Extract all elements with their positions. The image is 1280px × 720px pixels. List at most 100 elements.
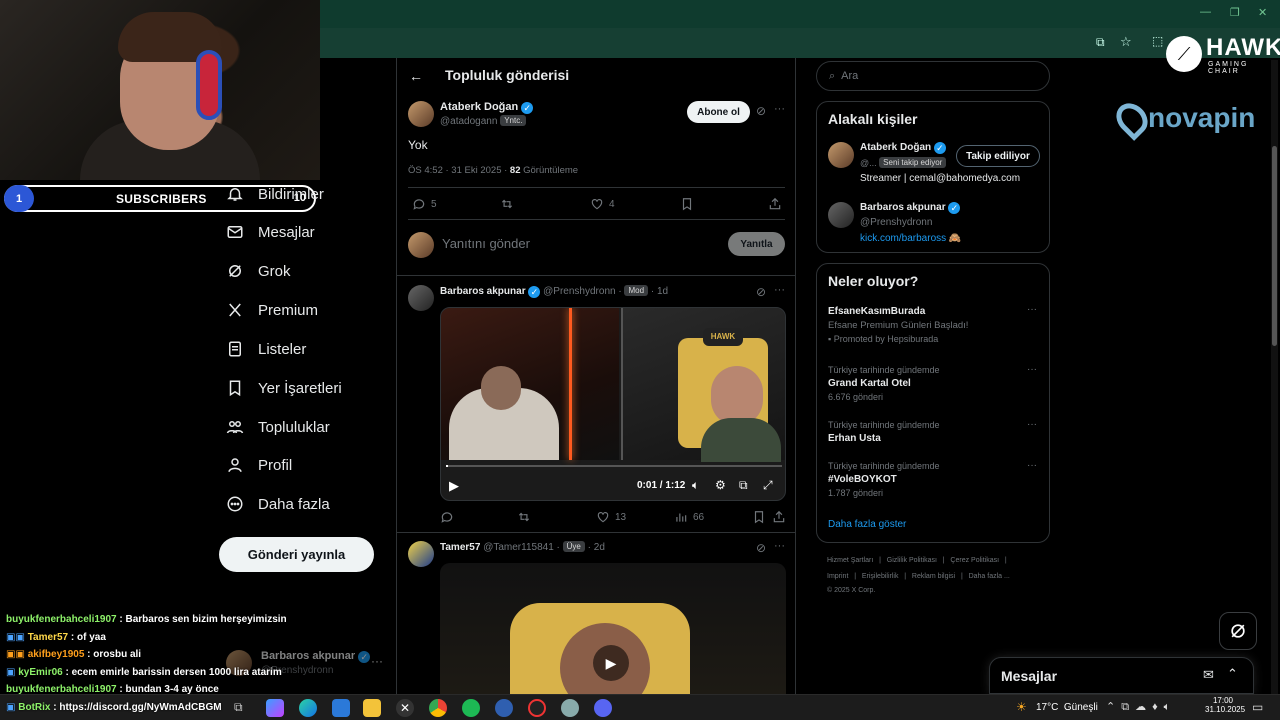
show-more-link[interactable]: Daha fazla göster [828, 519, 906, 530]
install-app-icon[interactable]: ⧉ [1096, 35, 1105, 50]
reply-action[interactable] [440, 510, 454, 524]
bookmark-action[interactable] [680, 197, 694, 211]
repost-icon [518, 512, 530, 522]
person-link[interactable]: kick.com/barbaross 🙈 [860, 233, 961, 244]
xbox-icon[interactable]: ✕ [396, 699, 414, 717]
nav-more[interactable]: Daha fazla [226, 490, 330, 518]
maximize-button[interactable]: ❐ [1230, 6, 1240, 19]
x-logo-icon [229, 303, 241, 317]
avatar[interactable] [828, 202, 854, 228]
nav-notifications[interactable]: Bildirimler [226, 180, 324, 208]
repost-action[interactable] [517, 510, 531, 524]
person-name[interactable]: Ataberk Doğan ✓ [860, 142, 946, 154]
avatar[interactable] [408, 101, 434, 127]
bookmark-icon [754, 511, 764, 524]
video-player[interactable]: ▶ [440, 563, 786, 694]
video-time: 0:01 / 1:12 [637, 480, 686, 491]
search-input[interactable]: ⌕ Ara [816, 61, 1050, 91]
bookmark-star-icon[interactable]: ☆ [1120, 34, 1132, 50]
clock[interactable]: 17:00 31.10.2025 [1205, 696, 1245, 714]
picture-in-picture-icon[interactable]: ⧉ [739, 478, 748, 493]
views-action[interactable]: 66 [674, 510, 704, 524]
reply-input[interactable]: Yanıtını gönder [442, 236, 530, 251]
fullscreen-icon[interactable]: ⤢ [763, 478, 773, 493]
more-dots-icon[interactable]: ··· [1027, 304, 1037, 315]
discord-icon[interactable] [594, 699, 612, 717]
share-action[interactable] [772, 510, 786, 524]
chrome-icon[interactable] [429, 699, 447, 717]
more-dots-icon[interactable]: ··· [774, 103, 785, 115]
footer-links[interactable]: Imprint | Erişilebilirlik | Reklam bilgi… [827, 573, 1010, 580]
play-icon[interactable]: ▶ [449, 478, 459, 494]
back-arrow-icon[interactable]: ← [409, 68, 423, 84]
bookmark-action[interactable] [752, 510, 766, 524]
following-button[interactable]: Takip ediliyor [956, 145, 1040, 167]
more-dots-icon[interactable]: ··· [1027, 460, 1037, 471]
grok-button[interactable] [1219, 612, 1257, 650]
reply-button[interactable]: Yanıtla [728, 232, 785, 256]
notifications-icon[interactable]: ▭ [1252, 700, 1263, 714]
avatar[interactable] [408, 541, 434, 567]
trend-item[interactable]: Türkiye tarihinde gündemde Erhan Usta [828, 420, 1040, 444]
file-explorer-icon[interactable] [363, 699, 381, 717]
system-tray-icons[interactable]: ⌃⧉☁♦🔈︎ [1106, 700, 1176, 714]
person-name[interactable]: Barbaros akpunar ✓ [860, 202, 961, 214]
verified-icon: ✓ [528, 286, 541, 298]
video-player[interactable]: HAWK ▶ 0:01 / 1:12 🔈︎ ⚙ ⧉ ⤢ [440, 307, 786, 501]
post-button[interactable]: Gönderi yayınla [219, 537, 374, 572]
post-author[interactable]: Ataberk Doğan ✓ [440, 101, 534, 114]
page-scrollbar[interactable] [1271, 60, 1278, 694]
share-action[interactable] [768, 197, 782, 211]
trend-item[interactable]: Türkiye tarihinde gündemde #VoleBOYKOT 1… [828, 461, 1040, 498]
nav-profile[interactable]: Profil [226, 451, 292, 479]
close-window-button[interactable]: ✕ [1258, 6, 1267, 19]
footer-links[interactable]: Hizmet Şartları | Gizlilik Politikası | … [827, 557, 1007, 564]
grok-explain-icon[interactable]: ⊘ [756, 541, 766, 555]
nav-lists[interactable]: Listeler [226, 335, 306, 363]
repost-action[interactable] [500, 197, 514, 211]
play-icon[interactable]: ▶ [593, 645, 629, 681]
nav-communities[interactable]: Topluluklar [226, 413, 330, 441]
edge-icon[interactable] [299, 699, 317, 717]
avatar [408, 232, 434, 258]
extensions-icon[interactable]: ⬚ [1152, 34, 1163, 48]
trend-item[interactable]: Türkiye tarihinde gündemde Grand Kartal … [828, 365, 1040, 402]
more-dots-icon[interactable]: ··· [371, 654, 383, 668]
like-action[interactable]: 4 [590, 197, 615, 211]
grok-explain-icon[interactable]: ⊘ [756, 285, 766, 299]
post-text: Yok [408, 138, 428, 152]
nav-grok[interactable]: Grok [226, 257, 291, 285]
minimize-button[interactable]: — [1200, 6, 1211, 18]
grok-explain-icon[interactable]: ⊘ [756, 104, 766, 118]
trend-item[interactable]: EfsaneKasımBurada Efsane Premium Günleri… [828, 306, 1040, 344]
weather-text[interactable]: 17°C Güneşli [1036, 702, 1098, 713]
post-handle[interactable]: @atadogann Yntc. [440, 115, 527, 127]
volume-icon[interactable]: 🔈︎ [692, 478, 699, 493]
avatar[interactable] [828, 142, 854, 168]
nav-premium[interactable]: Premium [226, 296, 318, 324]
reply-action[interactable]: 5 [412, 197, 437, 211]
collapse-up-icon[interactable]: ⌃ [1227, 666, 1238, 682]
new-message-icon[interactable]: ✉ [1203, 667, 1214, 683]
nav-messages[interactable]: Mesajlar [226, 218, 315, 246]
more-dots-icon[interactable]: ··· [774, 284, 785, 296]
nav-bookmarks[interactable]: Yer İşaretleri [226, 374, 342, 402]
messages-drawer[interactable]: Mesajlar ✉ ⌃ [989, 657, 1254, 694]
obs-icon[interactable] [528, 699, 546, 717]
app-icon[interactable] [495, 699, 513, 717]
communities-icon [226, 421, 244, 434]
repost-icon [501, 199, 513, 209]
settings-gear-icon[interactable]: ⚙ [715, 478, 726, 492]
avatar[interactable] [408, 285, 434, 311]
subscribe-button[interactable]: Abone ol [687, 101, 750, 123]
copilot-icon[interactable] [266, 699, 284, 717]
task-view-icon[interactable]: ⧉ [234, 700, 243, 715]
app-icon[interactable] [561, 699, 579, 717]
store-icon[interactable] [332, 699, 350, 717]
more-dots-icon[interactable]: ··· [1027, 419, 1037, 430]
more-dots-icon[interactable]: ··· [774, 540, 785, 552]
like-action[interactable]: 13 [596, 510, 626, 524]
more-dots-icon[interactable]: ··· [1027, 364, 1037, 375]
video-progress-track[interactable] [446, 465, 782, 467]
spotify-icon[interactable] [462, 699, 480, 717]
